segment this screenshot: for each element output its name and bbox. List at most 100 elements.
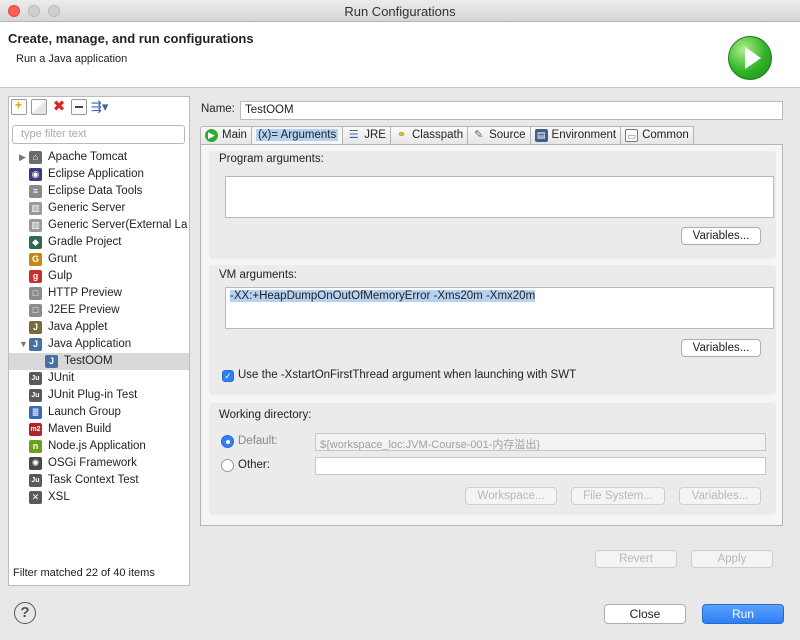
- java-app-icon: J: [29, 338, 42, 351]
- tree-item[interactable]: Ju JUnit Plug-in Test: [9, 387, 189, 404]
- tree-item-label: XSL: [48, 491, 70, 503]
- tree-item[interactable]: n Node.js Application: [9, 438, 189, 455]
- default-radio[interactable]: [221, 435, 234, 448]
- tree-item[interactable]: ✕ XSL: [9, 489, 189, 506]
- maven-icon: m2: [29, 423, 42, 436]
- tree-item-label: Apache Tomcat: [48, 151, 128, 163]
- database-icon: ≡: [29, 185, 42, 198]
- window-title: Run Configurations: [344, 4, 456, 19]
- tree-item[interactable]: ▥ Generic Server: [9, 200, 189, 217]
- xsl-icon: ✕: [29, 491, 42, 504]
- nodejs-icon: n: [29, 440, 42, 453]
- tab-source[interactable]: ✎ Source: [468, 126, 531, 145]
- tree-item[interactable]: ▥ Generic Server(External La: [9, 217, 189, 234]
- server-icon: ▥: [29, 219, 42, 232]
- workspace-button[interactable]: Workspace...: [465, 487, 557, 505]
- tree-item[interactable]: Ju JUnit: [9, 370, 189, 387]
- tree-item-label: Generic Server(External La: [48, 219, 188, 231]
- name-input[interactable]: TestOOM: [240, 101, 783, 120]
- tree-item[interactable]: g Gulp: [9, 268, 189, 285]
- eclipse-icon: ◉: [29, 168, 42, 181]
- tree-item-label: Gulp: [48, 270, 73, 282]
- collapse-all-icon[interactable]: [71, 99, 87, 115]
- tree-item-label: Gradle Project: [48, 236, 122, 248]
- tab-label: (x)= Arguments: [255, 129, 339, 141]
- apply-button[interactable]: Apply: [691, 550, 773, 568]
- vm-variables-button[interactable]: Variables...: [681, 339, 761, 357]
- tab-classpath[interactable]: ⚭ Classpath: [390, 126, 469, 145]
- tree-item[interactable]: ◆ Gradle Project: [9, 234, 189, 251]
- revert-button[interactable]: Revert: [595, 550, 677, 568]
- grunt-icon: G: [29, 253, 42, 266]
- tree-item-label: Java Applet: [48, 321, 108, 333]
- tab-label: Common: [642, 129, 689, 141]
- program-arguments-group: Program arguments: Variables...: [209, 151, 776, 259]
- tab-common[interactable]: ▭ Common: [621, 126, 694, 145]
- tree-item[interactable]: Ju Task Context Test: [9, 472, 189, 489]
- classpath-icon: ⚭: [396, 129, 407, 141]
- tab-environment[interactable]: ▤ Environment: [530, 126, 622, 145]
- configuration-tree-panel: ✖ ⇶▾ type filter text ▶⌂ Apache Tomcat ◉ Ec…: [8, 96, 190, 586]
- j2ee-icon: □: [29, 304, 42, 317]
- program-arguments-label: Program arguments:: [219, 153, 324, 165]
- gradle-icon: ◆: [29, 236, 42, 249]
- tree-item[interactable]: J TestOOM: [9, 353, 189, 370]
- run-button[interactable]: Run: [702, 604, 784, 624]
- tree-item[interactable]: ◉ Eclipse Application: [9, 166, 189, 183]
- tree-item-label: Grunt: [48, 253, 77, 265]
- tree-item[interactable]: ✺ OSGi Framework: [9, 455, 189, 472]
- working-directory-group: Working directory: Default: ${workspace_…: [209, 403, 776, 515]
- filter-input[interactable]: type filter text: [12, 125, 185, 144]
- dialog-header: Create, manage, and run configurations R…: [0, 22, 800, 88]
- filter-menu-icon[interactable]: ⇶▾: [91, 99, 115, 115]
- tree-item[interactable]: J Java Applet: [9, 319, 189, 336]
- other-radio[interactable]: [221, 459, 234, 472]
- close-button[interactable]: Close: [604, 604, 686, 624]
- default-label: Default:: [238, 435, 278, 447]
- main-icon: ▶: [205, 129, 218, 142]
- tree-item-label: Node.js Application: [48, 440, 146, 452]
- tree-item-label: J2EE Preview: [48, 304, 120, 316]
- delete-config-icon[interactable]: ✖: [51, 99, 67, 115]
- working-variables-button[interactable]: Variables...: [679, 487, 761, 505]
- tab-jre[interactable]: ☰ JRE: [343, 126, 391, 145]
- help-icon[interactable]: ?: [14, 602, 36, 624]
- vm-arguments-text: -XX:+HeapDumpOnOutOfMemoryError -Xms20m …: [230, 290, 536, 302]
- tab-label: Source: [489, 129, 526, 141]
- tree-item[interactable]: □ J2EE Preview: [9, 302, 189, 319]
- duplicate-config-icon[interactable]: [31, 99, 47, 115]
- http-icon: □: [29, 287, 42, 300]
- file-system-button[interactable]: File System...: [571, 487, 665, 505]
- arguments-panel: Program arguments: Variables... VM argum…: [200, 144, 783, 526]
- new-config-icon[interactable]: [11, 98, 27, 115]
- expanded-icon[interactable]: ▼: [19, 336, 28, 353]
- tab-label: Classpath: [411, 129, 464, 141]
- collapsed-icon[interactable]: ▶: [19, 149, 26, 166]
- tree-item[interactable]: ≡ Eclipse Data Tools: [9, 183, 189, 200]
- tree-item[interactable]: m2 Maven Build: [9, 421, 189, 438]
- server-icon: ▥: [29, 202, 42, 215]
- tree-item[interactable]: G Grunt: [9, 251, 189, 268]
- vm-arguments-group: VM arguments: -XX:+HeapDumpOnOutOfMemory…: [209, 265, 776, 395]
- launch-group-icon: ≣: [29, 406, 42, 419]
- tree-item-label: HTTP Preview: [48, 287, 122, 299]
- tab-label: Environment: [551, 129, 617, 141]
- tree-toolbar: ✖ ⇶▾: [11, 98, 115, 119]
- tree-item[interactable]: ≣ Launch Group: [9, 404, 189, 421]
- junit-icon: Ju: [29, 389, 42, 402]
- tab-label: Main: [222, 129, 247, 141]
- other-directory-input[interactable]: [315, 457, 766, 475]
- tree-item[interactable]: ▶ ⌂ Apache Tomcat: [9, 149, 189, 166]
- common-icon: ▭: [625, 129, 639, 142]
- gulp-icon: g: [29, 270, 42, 283]
- tree-item[interactable]: ▼ J Java Application: [9, 336, 189, 353]
- environment-icon: ▤: [534, 129, 548, 142]
- tab-arguments[interactable]: (x)= Arguments: [251, 126, 344, 145]
- tab-main[interactable]: ▶ Main: [200, 126, 252, 145]
- java-app-icon: J: [45, 355, 58, 368]
- xstart-checkbox[interactable]: ✓: [222, 370, 234, 382]
- vm-arguments-input[interactable]: -XX:+HeapDumpOnOutOfMemoryError -Xms20m …: [225, 287, 774, 329]
- program-arguments-input[interactable]: [225, 176, 774, 218]
- program-variables-button[interactable]: Variables...: [681, 227, 761, 245]
- tree-item[interactable]: □ HTTP Preview: [9, 285, 189, 302]
